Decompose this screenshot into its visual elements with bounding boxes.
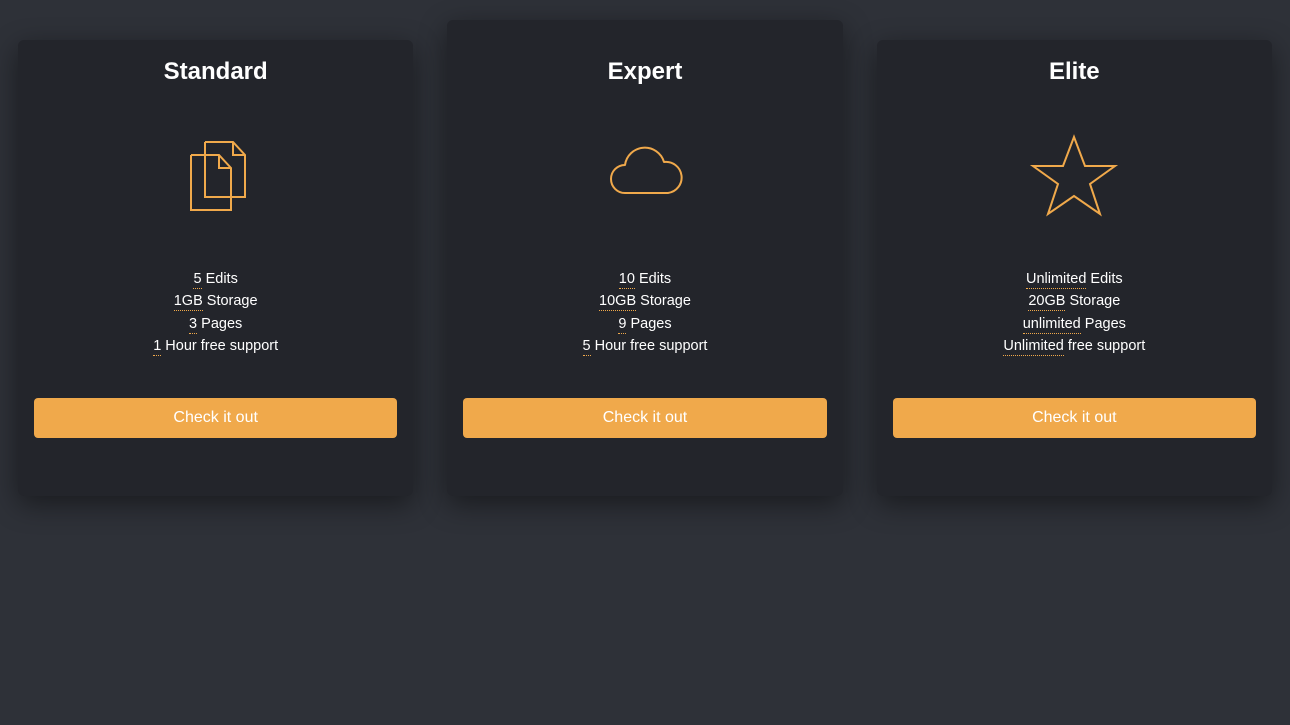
- feature-label: Edits: [635, 271, 671, 287]
- feature-highlight: Unlimited: [1026, 271, 1086, 289]
- plan-title: Expert: [608, 58, 683, 86]
- feature-label: Pages: [197, 316, 242, 332]
- pricing-card-elite: Elite Unlimited Edits 20GB Storage unlim…: [877, 40, 1272, 496]
- feature-item: unlimited Pages: [1003, 313, 1145, 335]
- feature-item: Unlimited Edits: [1003, 268, 1145, 290]
- pricing-grid: Standard 5 Edits 1GB Storage 3 Pages 1 H…: [0, 0, 1290, 496]
- cta-button[interactable]: Check it out: [34, 398, 397, 438]
- cta-button[interactable]: Check it out: [463, 398, 826, 438]
- feature-label: Pages: [1081, 316, 1126, 332]
- feature-item: Unlimited free support: [1003, 335, 1145, 357]
- feature-highlight: 10: [619, 271, 635, 289]
- feature-label: free support: [1064, 338, 1145, 354]
- feature-highlight: 1GB: [174, 293, 203, 311]
- feature-item: 5 Edits: [153, 268, 278, 290]
- pricing-card-standard: Standard 5 Edits 1GB Storage 3 Pages 1 H…: [18, 40, 413, 496]
- feature-label: Storage: [636, 293, 691, 309]
- feature-label: Pages: [626, 316, 671, 332]
- feature-list: Unlimited Edits 20GB Storage unlimited P…: [1003, 268, 1145, 358]
- star-icon: [1029, 116, 1119, 236]
- feature-item: 10 Edits: [583, 268, 708, 290]
- feature-item: 5 Hour free support: [583, 335, 708, 357]
- cloud-icon: [600, 116, 690, 236]
- feature-highlight: Unlimited: [1003, 338, 1063, 356]
- feature-highlight: 3: [189, 316, 197, 334]
- feature-list: 5 Edits 1GB Storage 3 Pages 1 Hour free …: [153, 268, 278, 358]
- feature-highlight: 5: [583, 338, 591, 356]
- feature-list: 10 Edits 10GB Storage 9 Pages 5 Hour fre…: [583, 268, 708, 358]
- feature-label: Hour free support: [161, 338, 278, 354]
- feature-item: 3 Pages: [153, 313, 278, 335]
- feature-highlight: 10GB: [599, 293, 636, 311]
- cta-button[interactable]: Check it out: [893, 398, 1256, 438]
- feature-highlight: 20GB: [1028, 293, 1065, 311]
- documents-icon: [173, 116, 259, 236]
- feature-item: 1GB Storage: [153, 290, 278, 312]
- plan-title: Elite: [1049, 58, 1100, 86]
- feature-label: Storage: [203, 293, 258, 309]
- feature-item: 9 Pages: [583, 313, 708, 335]
- feature-item: 10GB Storage: [583, 290, 708, 312]
- plan-title: Standard: [164, 58, 268, 86]
- pricing-card-expert: Expert 10 Edits 10GB Storage 9 Pages 5 H…: [447, 20, 842, 496]
- feature-highlight: 5: [193, 271, 201, 289]
- feature-label: Edits: [1086, 271, 1122, 287]
- feature-item: 20GB Storage: [1003, 290, 1145, 312]
- feature-label: Hour free support: [591, 338, 708, 354]
- feature-item: 1 Hour free support: [153, 335, 278, 357]
- feature-label: Storage: [1065, 293, 1120, 309]
- feature-highlight: unlimited: [1023, 316, 1081, 334]
- feature-label: Edits: [202, 271, 238, 287]
